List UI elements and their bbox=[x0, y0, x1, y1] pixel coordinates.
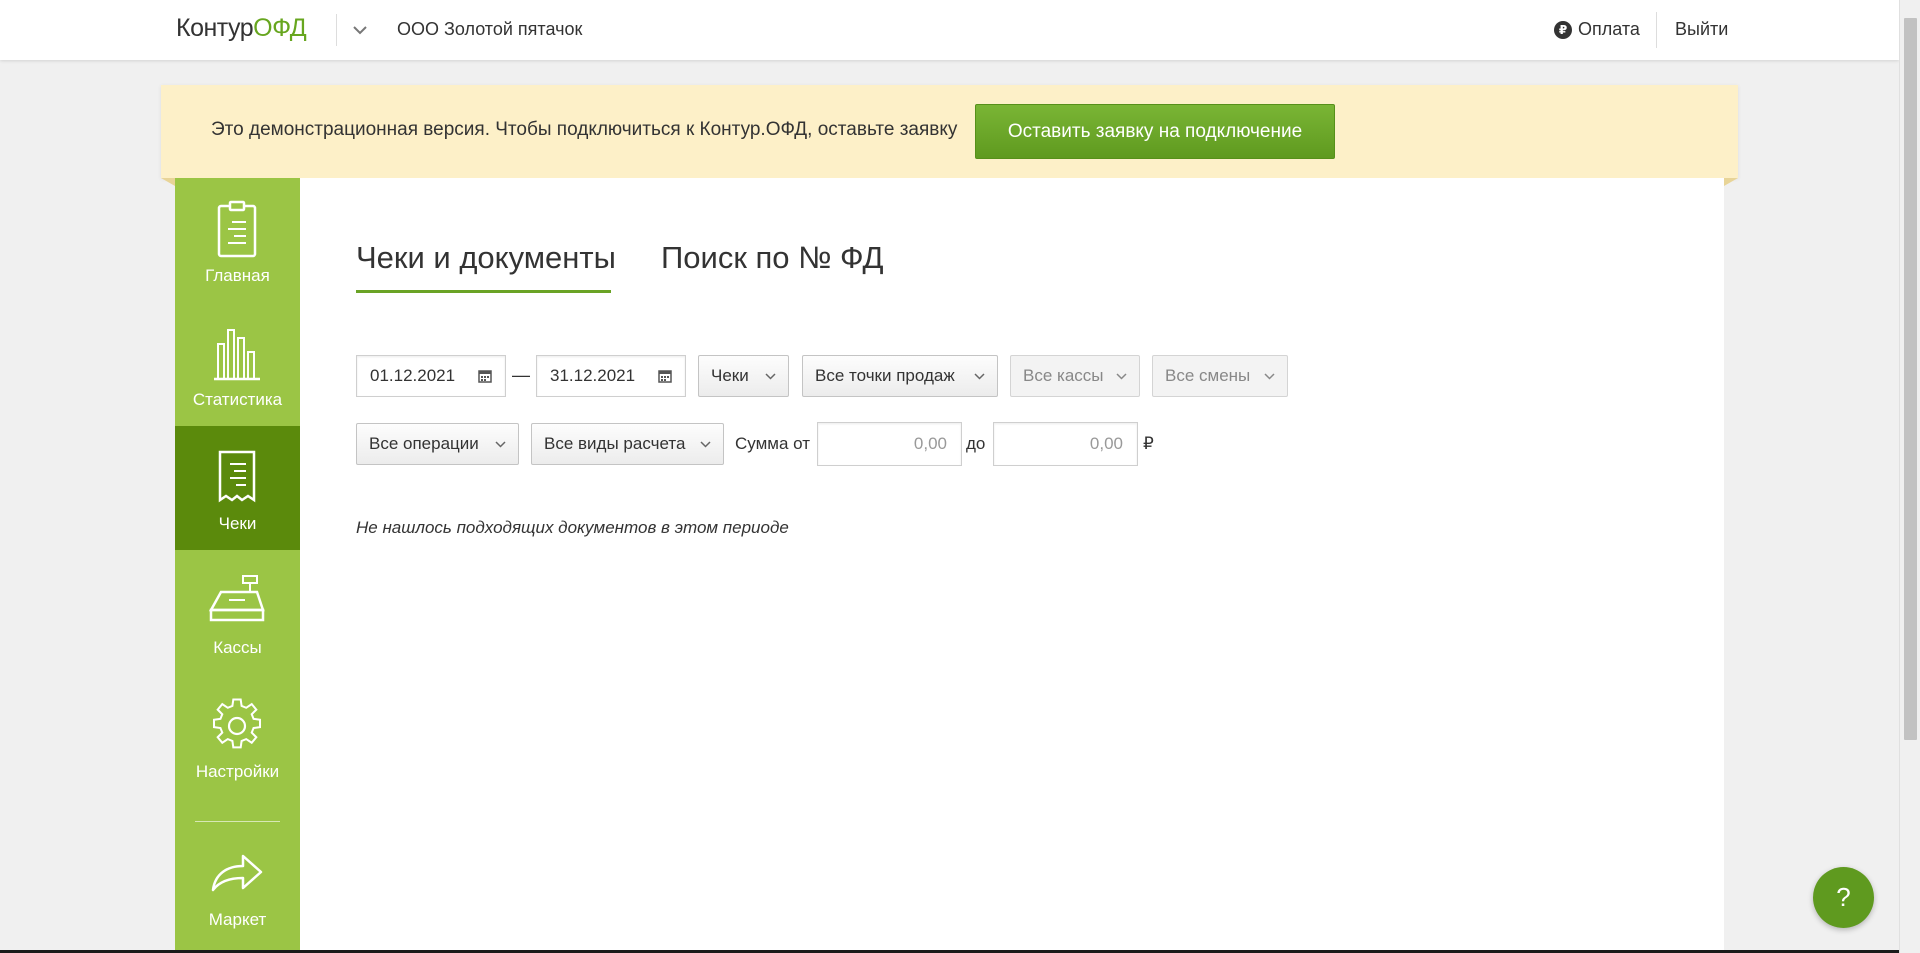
chevron-down-icon bbox=[700, 441, 711, 448]
sidebar-item-statistics[interactable]: Статистика bbox=[175, 302, 300, 426]
organization-name[interactable]: ООО Золотой пятачок bbox=[397, 19, 582, 40]
operations-dropdown[interactable]: Все операции bbox=[356, 423, 519, 465]
logout-link[interactable]: Выйти bbox=[1675, 19, 1728, 40]
payment-label: Оплата bbox=[1578, 19, 1640, 39]
sidebar-nav: Главная Статистика Чеки Кассы Настройки … bbox=[175, 178, 300, 953]
operations-value: Все операции bbox=[369, 434, 479, 453]
request-connection-button[interactable]: Оставить заявку на подключение bbox=[975, 104, 1335, 159]
chevron-down-icon bbox=[765, 373, 776, 380]
sum-from-input[interactable]: 0,00 bbox=[817, 422, 962, 466]
kkt-dropdown[interactable]: Все кассы bbox=[1010, 355, 1140, 397]
tab-receipts-documents[interactable]: Чеки и документы bbox=[356, 240, 616, 276]
ruble-icon: ₽ bbox=[1554, 20, 1572, 39]
calendar-icon[interactable] bbox=[658, 369, 672, 383]
chevron-down-icon bbox=[1116, 373, 1127, 380]
sidebar-item-settings[interactable]: Настройки bbox=[175, 674, 300, 798]
help-button[interactable]: ? bbox=[1813, 867, 1874, 928]
main-content: Чеки и документы Поиск по № ФД 01.12.202… bbox=[300, 178, 1724, 953]
sidebar-item-kkt[interactable]: Кассы bbox=[175, 550, 300, 674]
payment-types-dropdown[interactable]: Все виды расчета bbox=[531, 423, 724, 465]
sidebar-item-label: Главная bbox=[205, 266, 270, 285]
top-header: КонтурОФД ООО Золотой пятачок ₽ Оплата В… bbox=[0, 0, 1899, 60]
calendar-icon[interactable] bbox=[478, 369, 492, 383]
date-from-value: 01.12.2021 bbox=[370, 366, 456, 385]
date-from-field[interactable]: 01.12.2021 bbox=[356, 355, 506, 397]
header-divider-right bbox=[1656, 12, 1657, 48]
bar-chart-icon bbox=[214, 329, 260, 381]
page-scrollbar[interactable] bbox=[1899, 0, 1920, 953]
kkt-value: Все кассы bbox=[1023, 366, 1104, 385]
sales-points-value: Все точки продаж bbox=[815, 366, 955, 385]
empty-results-message: Не нашлось подходящих документов в этом … bbox=[356, 518, 789, 537]
forward-arrow-icon bbox=[211, 854, 263, 892]
shifts-value: Все смены bbox=[1165, 366, 1251, 385]
demo-banner: Это демонстрационная версия. Чтобы подкл… bbox=[161, 85, 1738, 178]
chevron-down-icon bbox=[495, 441, 506, 448]
sum-from-label: Сумма от bbox=[735, 434, 811, 453]
active-tab-underline bbox=[356, 290, 611, 293]
kontur-ofd-logo[interactable]: КонтурОФД bbox=[176, 14, 307, 43]
banner-fold-left bbox=[161, 178, 175, 186]
receipt-icon bbox=[218, 450, 256, 503]
sidebar-item-market[interactable]: Маркет bbox=[175, 822, 300, 946]
payment-link[interactable]: ₽ Оплата bbox=[1554, 19, 1640, 40]
sidebar-item-label: Маркет bbox=[208, 910, 267, 929]
cash-register-icon bbox=[208, 575, 265, 622]
currency-sign: ₽ bbox=[1143, 434, 1154, 453]
date-to-field[interactable]: 31.12.2021 bbox=[536, 355, 686, 397]
sum-to-input[interactable]: 0,00 bbox=[993, 422, 1138, 466]
sum-to-label: до bbox=[966, 434, 986, 453]
date-to-value: 31.12.2021 bbox=[550, 366, 636, 385]
date-range-separator: — bbox=[512, 365, 530, 385]
chevron-down-icon bbox=[974, 373, 985, 380]
shifts-dropdown[interactable]: Все смены bbox=[1152, 355, 1288, 397]
chevron-down-icon bbox=[1264, 373, 1275, 380]
sales-points-dropdown[interactable]: Все точки продаж bbox=[802, 355, 998, 397]
logo-part-kontur: Контур bbox=[176, 14, 254, 42]
header-divider bbox=[336, 14, 337, 46]
sidebar-item-main[interactable]: Главная bbox=[175, 178, 300, 302]
scrollbar-thumb[interactable] bbox=[1904, 18, 1917, 740]
tab-search-by-fd[interactable]: Поиск по № ФД bbox=[661, 240, 884, 276]
demo-banner-text: Это демонстрационная версия. Чтобы подкл… bbox=[211, 119, 958, 140]
sidebar-item-label: Чеки bbox=[218, 514, 257, 533]
banner-fold-right bbox=[1724, 178, 1738, 186]
logo-part-ofd: ОФД bbox=[253, 14, 307, 42]
sidebar-item-label: Настройки bbox=[195, 762, 280, 781]
doc-type-dropdown[interactable]: Чеки bbox=[698, 355, 789, 397]
payment-types-value: Все виды расчета bbox=[544, 434, 686, 453]
org-switch-chevron-down-icon[interactable] bbox=[348, 18, 372, 42]
sidebar-item-label: Кассы bbox=[213, 638, 262, 657]
sidebar-item-receipts[interactable]: Чеки bbox=[175, 426, 300, 550]
sidebar-item-label: Статистика bbox=[192, 390, 283, 409]
doc-type-value: Чеки bbox=[711, 366, 749, 385]
clipboard-icon bbox=[217, 200, 257, 258]
gear-icon bbox=[212, 698, 262, 749]
